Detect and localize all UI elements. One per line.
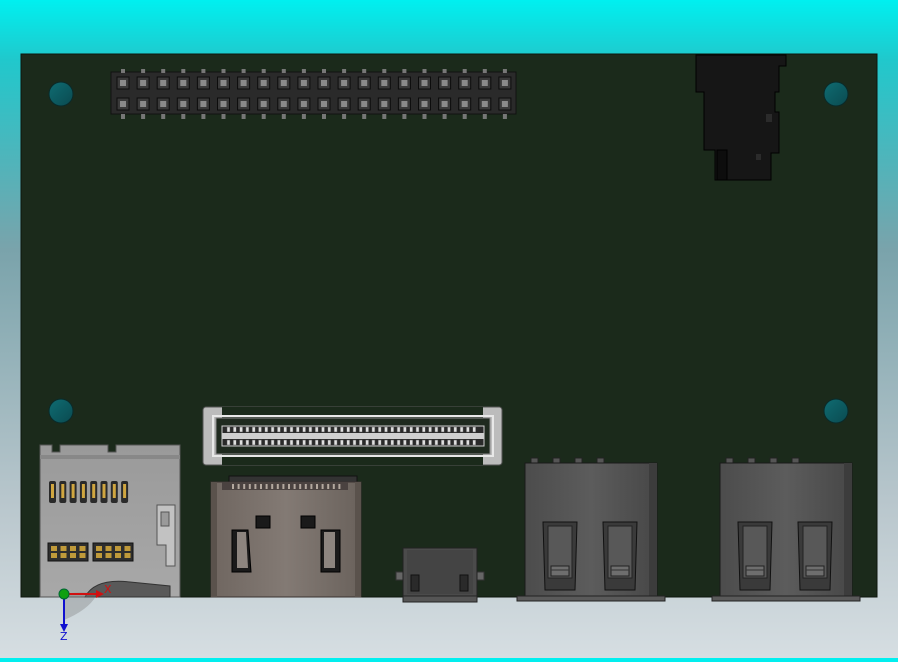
microsd-card-slot[interactable] bbox=[39, 444, 181, 598]
x-axis-label: X bbox=[104, 583, 112, 596]
mounting-hole[interactable] bbox=[48, 81, 74, 107]
y-axis-marker bbox=[58, 588, 70, 600]
pin-header-2x20[interactable] bbox=[110, 69, 517, 119]
usb-a-connector-2[interactable] bbox=[711, 457, 861, 602]
board-to-board-connector[interactable] bbox=[202, 406, 503, 466]
cad-viewport[interactable]: X Z bbox=[0, 0, 898, 658]
usb-a-connector-1[interactable] bbox=[516, 457, 666, 602]
hdmi-connector[interactable] bbox=[210, 475, 362, 598]
mounting-hole[interactable] bbox=[823, 81, 849, 107]
mounting-hole[interactable] bbox=[48, 398, 74, 424]
z-axis-label: Z bbox=[60, 630, 68, 643]
micro-usb-connector[interactable] bbox=[395, 547, 485, 603]
mounting-hole[interactable] bbox=[823, 398, 849, 424]
